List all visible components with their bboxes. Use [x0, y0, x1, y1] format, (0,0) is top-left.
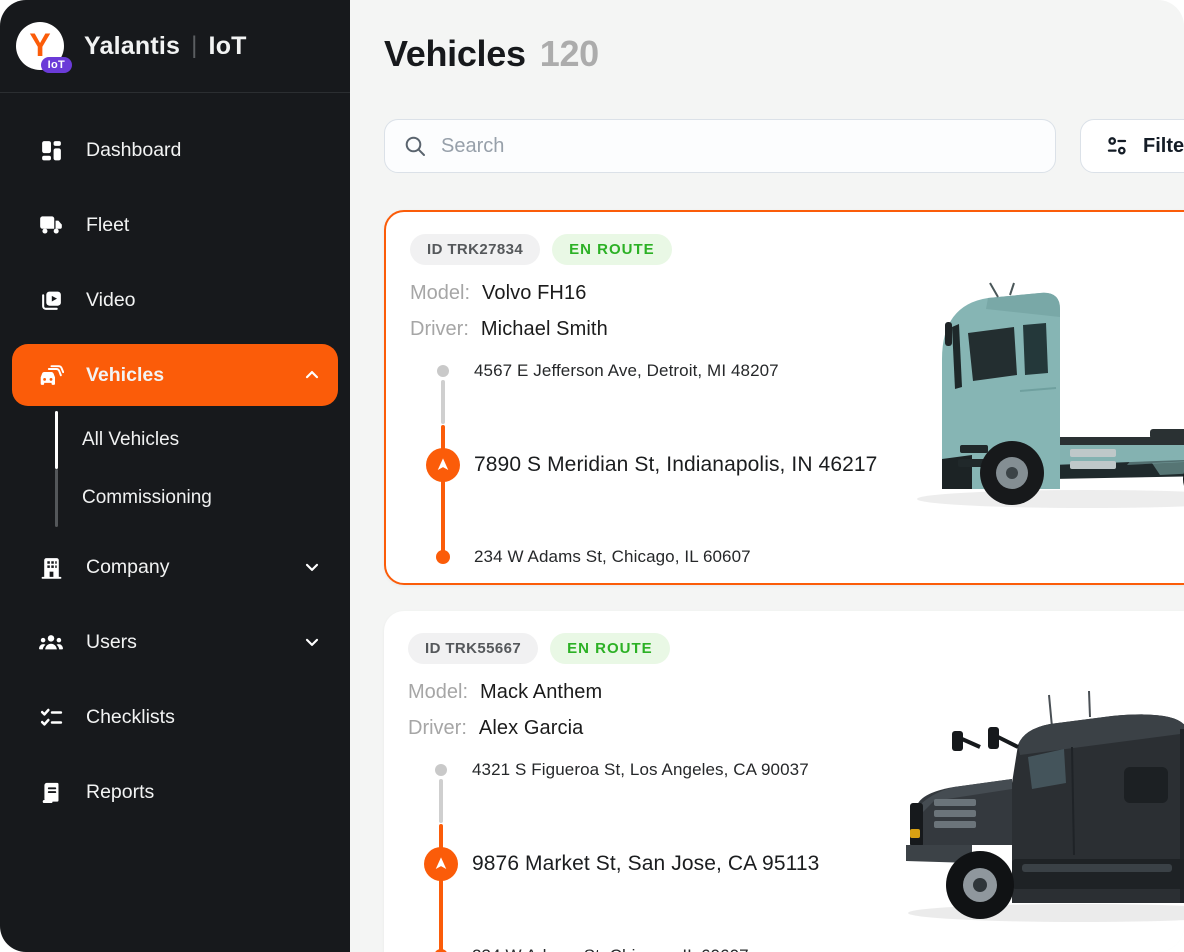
search-icon	[403, 134, 427, 158]
chevron-down-icon	[302, 632, 322, 652]
users-icon	[38, 629, 64, 655]
sidebar-item-video[interactable]: Video	[12, 275, 338, 325]
sidebar-item-label: Checklists	[86, 706, 175, 729]
model-row: Model: Mack Anthem	[408, 678, 1184, 706]
sidebar-item-checklists[interactable]: Checklists	[12, 692, 338, 742]
vehicles-submenu: All Vehicles Commissioning	[55, 411, 338, 527]
model-label: Model:	[410, 279, 470, 307]
subitem-label: All Vehicles	[82, 429, 179, 451]
badges-row: ID TRK27834 EN ROUTE	[410, 234, 1184, 265]
vehicle-id-badge: ID TRK27834	[410, 234, 540, 265]
brand-name: Yalantis | IoT	[84, 32, 247, 61]
stop-address-current: 9876 Market St, San Jose, CA 95113	[472, 852, 819, 876]
sidebar-item-fleet[interactable]: Fleet	[12, 200, 338, 250]
brand: Y IoT Yalantis | IoT	[0, 0, 350, 93]
sidebar-item-reports[interactable]: Reports	[12, 767, 338, 817]
route-stop-current: 9876 Market St, San Jose, CA 95113	[424, 847, 819, 881]
chevron-up-icon	[302, 365, 322, 385]
model-value: Volvo FH16	[482, 279, 586, 307]
model-row: Model: Volvo FH16	[410, 279, 1184, 307]
page-title-text: Vehicles	[384, 32, 526, 76]
current-location-icon	[426, 448, 460, 482]
route-timeline: 4321 S Figueroa St, Los Angeles, CA 9003…	[408, 757, 928, 952]
search-box[interactable]	[384, 119, 1056, 173]
filters-label: Filters	[1143, 135, 1184, 158]
sidebar-item-label: Vehicles	[86, 364, 164, 387]
sidebar-item-company[interactable]: Company	[12, 542, 338, 592]
company-icon	[38, 554, 64, 580]
driver-value: Michael Smith	[481, 315, 608, 343]
vehicle-count: 120	[540, 32, 599, 76]
route-line-remaining	[441, 425, 445, 557]
sidebar-item-label: Users	[86, 631, 137, 654]
model-value: Mack Anthem	[480, 678, 602, 706]
route-timeline: 4567 E Jefferson Ave, Detroit, MI 48207 …	[410, 358, 930, 570]
route-stop-destination: 234 W Adams St, Chicago, IL 60607	[424, 944, 749, 952]
filters-button[interactable]: Filters	[1080, 119, 1184, 173]
brand-name-text: Yalantis	[84, 32, 180, 61]
stop-address: 4567 E Jefferson Ave, Detroit, MI 48207	[474, 361, 779, 381]
sidebar-item-label: Video	[86, 289, 136, 312]
sidebar: Y IoT Yalantis | IoT Dashboard Fleet	[0, 0, 350, 952]
origin-dot-icon	[426, 365, 460, 377]
chevron-down-icon	[302, 557, 322, 577]
sidebar-item-label: Reports	[86, 781, 154, 804]
vehicle-status-badge: EN ROUTE	[550, 633, 670, 664]
fleet-truck-icon	[38, 212, 64, 238]
route-line-remaining	[439, 824, 443, 952]
driver-row: Driver: Alex Garcia	[408, 714, 1184, 742]
vehicles-icon	[38, 362, 64, 388]
route-stop-destination: 234 W Adams St, Chicago, IL 60607	[426, 545, 751, 569]
vehicle-card-trk55667[interactable]: ID TRK55667 EN ROUTE Model: Mack Anthem …	[384, 611, 1184, 952]
video-icon	[38, 287, 64, 313]
badges-row: ID TRK55667 EN ROUTE	[408, 633, 1184, 664]
checklists-icon	[38, 704, 64, 730]
driver-value: Alex Garcia	[479, 714, 583, 742]
model-label: Model:	[408, 678, 468, 706]
route-line-past	[441, 380, 445, 424]
main-content: Vehicles 120 Filters ID TRK27834	[350, 0, 1184, 952]
sidebar-subitem-commissioning[interactable]: Commissioning	[55, 469, 338, 527]
sidebar-subitem-all-vehicles[interactable]: All Vehicles	[55, 411, 338, 469]
toolbar: Filters	[384, 119, 1184, 173]
sidebar-item-vehicles[interactable]: Vehicles	[12, 344, 338, 406]
subitem-label: Commissioning	[82, 487, 212, 509]
driver-label: Driver:	[410, 315, 469, 343]
destination-dot-icon	[426, 550, 460, 564]
stop-address: 4321 S Figueroa St, Los Angeles, CA 9003…	[472, 760, 809, 780]
brand-separator: |	[191, 32, 197, 60]
vehicle-status-badge: EN ROUTE	[552, 234, 672, 265]
route-stop-current: 7890 S Meridian St, Indianapolis, IN 462…	[426, 448, 877, 482]
brand-product-text: IoT	[209, 32, 247, 61]
sidebar-nav: Dashboard Fleet Video Vehicles	[0, 93, 350, 842]
search-input[interactable]	[441, 135, 1037, 158]
logo-iot-badge: IoT	[41, 57, 72, 73]
vehicle-card-trk27834[interactable]: ID TRK27834 EN ROUTE Model: Volvo FH16 D…	[384, 210, 1184, 585]
stop-address: 234 W Adams St, Chicago, IL 60607	[472, 946, 749, 952]
sidebar-item-dashboard[interactable]: Dashboard	[12, 125, 338, 175]
dashboard-icon	[38, 137, 64, 163]
driver-label: Driver:	[408, 714, 467, 742]
sidebar-item-label: Company	[86, 556, 169, 579]
origin-dot-icon	[424, 764, 458, 776]
vehicle-card-list: ID TRK27834 EN ROUTE Model: Volvo FH16 D…	[384, 210, 1184, 952]
stop-address-current: 7890 S Meridian St, Indianapolis, IN 462…	[474, 453, 877, 477]
sidebar-item-label: Dashboard	[86, 139, 181, 162]
driver-row: Driver: Michael Smith	[410, 315, 1184, 343]
vehicle-id-badge: ID TRK55667	[408, 633, 538, 664]
route-line-past	[439, 779, 443, 823]
route-stop-origin: 4567 E Jefferson Ave, Detroit, MI 48207	[426, 358, 779, 384]
page-title: Vehicles 120	[384, 32, 1184, 76]
current-location-icon	[424, 847, 458, 881]
app-window: Y IoT Yalantis | IoT Dashboard Fleet	[0, 0, 1184, 952]
sidebar-item-users[interactable]: Users	[12, 617, 338, 667]
sidebar-item-label: Fleet	[86, 214, 129, 237]
sliders-filter-icon	[1105, 134, 1129, 158]
route-stop-origin: 4321 S Figueroa St, Los Angeles, CA 9003…	[424, 757, 809, 783]
reports-icon	[38, 779, 64, 805]
brand-logo[interactable]: Y IoT	[16, 22, 64, 70]
stop-address: 234 W Adams St, Chicago, IL 60607	[474, 547, 751, 567]
